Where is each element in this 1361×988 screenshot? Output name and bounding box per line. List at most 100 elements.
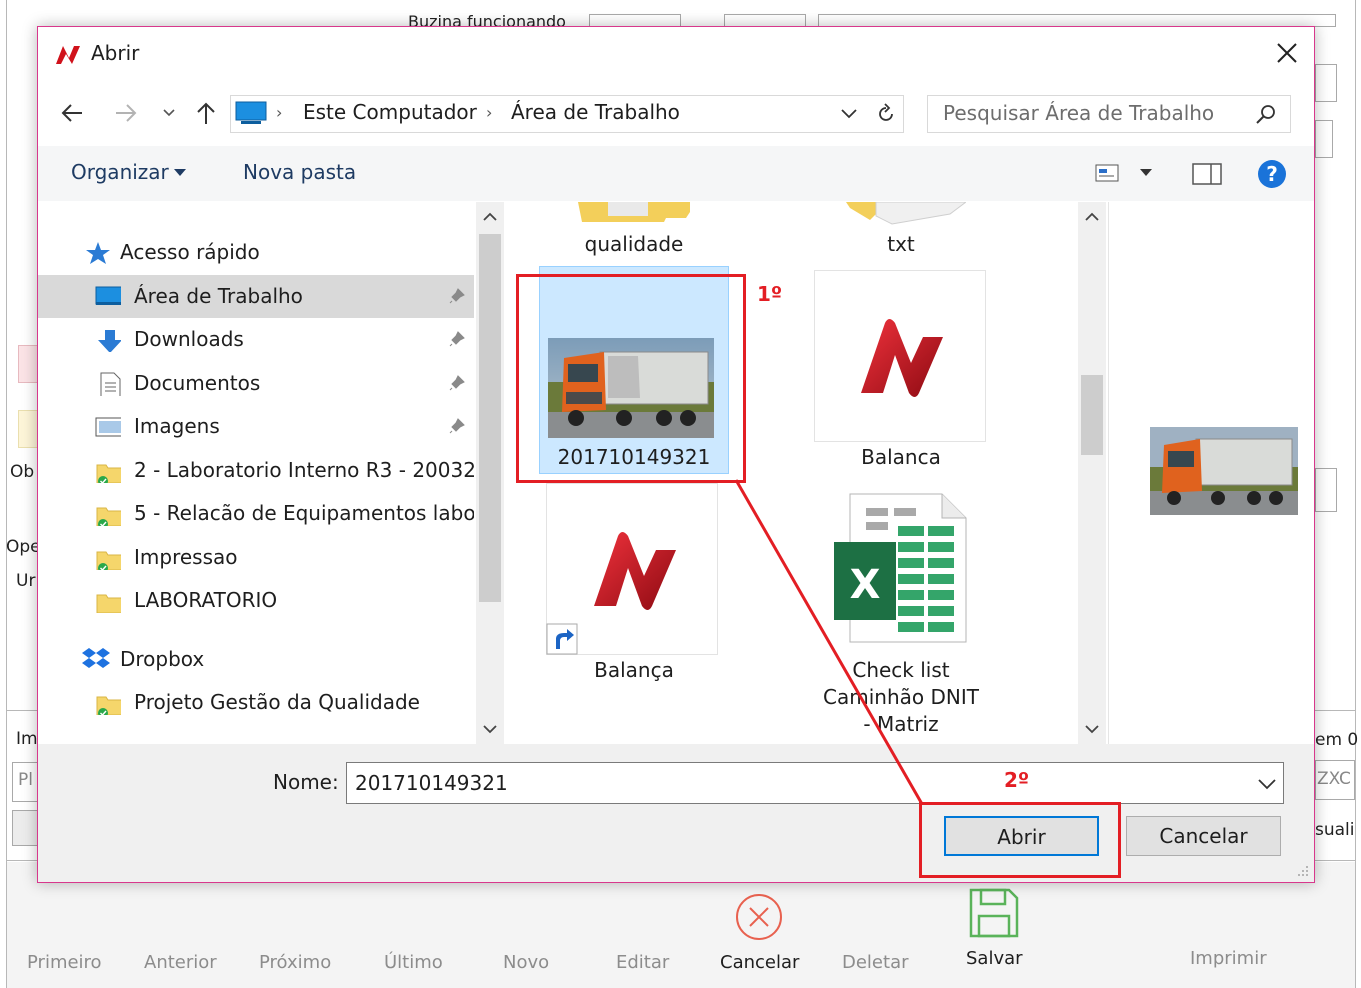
preview-pane-icon[interactable]: [1191, 161, 1223, 187]
help-icon[interactable]: ?: [1256, 158, 1288, 190]
bg-left-swatch-red: [18, 345, 38, 383]
bg-left-swatch-yellow: [18, 410, 38, 448]
nav-item-label: LABORATORIO: [134, 588, 278, 612]
dropbox-label[interactable]: Dropbox: [120, 647, 204, 671]
search-icon[interactable]: [1254, 102, 1278, 126]
nav-item-label: Projeto Gestão da Qualidade: [134, 690, 420, 714]
preview-pane-divider: [1108, 202, 1109, 744]
up-arrow-icon[interactable]: [193, 99, 219, 127]
balanca-app-icon: [861, 319, 943, 397]
toolbar-last-button[interactable]: Último: [384, 952, 443, 973]
cancel-button[interactable]: Cancelar: [1126, 816, 1281, 856]
synced-folder-icon: [96, 696, 121, 715]
toolbar-new-button[interactable]: Novo: [503, 952, 549, 973]
filename-dropdown-icon[interactable]: [1255, 774, 1279, 794]
address-dropdown-icon[interactable]: [838, 104, 860, 124]
recent-dropdown-icon[interactable]: [160, 105, 178, 121]
bg-top-label: Buzina funcionando: [408, 12, 566, 26]
nav-item-pictures[interactable]: Imagens: [38, 405, 474, 448]
documents-icon: [100, 372, 121, 396]
bg-left-button[interactable]: [12, 810, 38, 846]
toolbar-cancel-button[interactable]: Cancelar: [720, 952, 799, 973]
pin-icon[interactable]: [448, 374, 466, 392]
dropbox-icon: [82, 648, 110, 668]
annotation-label-step1: 1º: [757, 282, 783, 306]
computer-icon: [235, 101, 267, 124]
folder-txt-icon[interactable]: [846, 202, 966, 226]
search-placeholder: Pesquisar Área de Trabalho: [943, 101, 1215, 125]
bg-divider-left: [7, 710, 38, 711]
nav-item-projeto-gestao[interactable]: Projeto Gestão da Qualidade: [38, 681, 474, 724]
change-view-icon[interactable]: [1094, 162, 1122, 186]
toolbar-edit-button[interactable]: Editar: [616, 952, 669, 973]
bg-label-ob: Ob: [10, 462, 35, 482]
scroll-down-icon[interactable]: [1083, 722, 1101, 736]
bg-divider-right: [1315, 710, 1355, 711]
organize-menu[interactable]: Organizar: [71, 160, 169, 184]
forward-arrow-icon[interactable]: [112, 100, 140, 126]
nav-item-label: Impressao: [134, 545, 238, 569]
nav-item-label: 2 - Laboratorio Interno R3 - 2003201: [134, 458, 474, 482]
file-label-balanca-shortcut[interactable]: Balança: [539, 658, 729, 682]
app-logo-icon: [56, 46, 80, 64]
breadcrumb-computer[interactable]: Este Computador: [303, 100, 477, 124]
bg-label-ur: Ur: [16, 571, 36, 591]
nav-scrollbar-thumb[interactable]: [479, 234, 501, 602]
resize-grip-icon[interactable]: [1294, 862, 1310, 878]
close-icon[interactable]: [1272, 38, 1302, 68]
synced-folder-icon: [96, 507, 121, 526]
annotation-box-step1: [516, 274, 746, 483]
nav-item-equipamentos[interactable]: 5 - Relacão de Equipamentos labora: [38, 492, 474, 535]
toolbar-previous-button[interactable]: Anterior: [144, 952, 217, 973]
pin-icon[interactable]: [448, 287, 466, 305]
bg-label-ope: Ope: [6, 537, 41, 557]
scroll-up-icon[interactable]: [1083, 210, 1101, 224]
bg-label-pl: Pl: [18, 770, 33, 790]
cancel-circle-icon: [736, 894, 782, 940]
toolbar-print-button[interactable]: Imprimir: [1190, 948, 1267, 969]
bg-right-field-1[interactable]: [1315, 64, 1337, 102]
files-scrollbar-thumb[interactable]: [1081, 375, 1103, 455]
view-caret-icon[interactable]: [1138, 167, 1154, 179]
toolbar-save-button[interactable]: Salvar: [966, 948, 1023, 969]
file-label-balanca[interactable]: Balanca: [806, 445, 996, 469]
nav-item-documents[interactable]: Documentos: [38, 362, 474, 405]
file-label-qualidade[interactable]: qualidade: [539, 232, 729, 256]
toolbar-first-button[interactable]: Primeiro: [27, 952, 102, 973]
scroll-up-icon[interactable]: [481, 210, 499, 224]
new-folder-button[interactable]: Nova pasta: [243, 160, 356, 184]
breadcrumb-separator: ›: [486, 103, 493, 122]
quick-access-label[interactable]: Acesso rápido: [120, 240, 260, 264]
refresh-icon[interactable]: [874, 102, 898, 126]
bg-label-im: Im: [16, 729, 38, 749]
toolbar-delete-button[interactable]: Deletar: [842, 952, 909, 973]
annotation-label-step2: 2º: [1004, 768, 1030, 792]
nav-item-downloads[interactable]: Downloads: [38, 318, 474, 361]
nav-item-impressao[interactable]: Impressao: [38, 536, 474, 579]
floppy-disk-icon: [969, 888, 1019, 938]
folder-qualidade-icon[interactable]: [578, 202, 690, 224]
breadcrumb-desktop[interactable]: Área de Trabalho: [511, 100, 680, 124]
annotation-box-step2: [919, 802, 1121, 878]
files-scrollbar[interactable]: [1078, 202, 1106, 744]
toolbar-next-button[interactable]: Próximo: [259, 952, 331, 973]
nav-item-desktop[interactable]: Área de Trabalho: [38, 275, 474, 318]
pin-icon[interactable]: [448, 330, 466, 348]
organize-caret-icon[interactable]: [172, 167, 188, 179]
filename-label: Nome:: [273, 770, 339, 794]
breadcrumb-separator: ›: [276, 103, 283, 122]
file-label-txt[interactable]: txt: [806, 232, 996, 256]
nav-item-laboratorio[interactable]: LABORATORIO: [38, 579, 474, 622]
nav-item-lab-r3[interactable]: 2 - Laboratorio Interno R3 - 2003201: [38, 449, 474, 492]
downloads-arrow-icon: [98, 330, 121, 352]
pin-icon[interactable]: [448, 417, 466, 435]
scroll-down-icon[interactable]: [481, 722, 499, 736]
nav-item-label: Área de Trabalho: [134, 284, 303, 308]
bg-label-suali: suali: [1315, 820, 1355, 840]
bg-right-field-3[interactable]: [1315, 468, 1337, 512]
nav-item-label: Documentos: [134, 371, 261, 395]
back-arrow-icon[interactable]: [58, 100, 86, 126]
bg-right-field-2[interactable]: [1315, 120, 1333, 158]
pictures-icon: [95, 417, 121, 437]
filename-value[interactable]: 201710149321: [355, 771, 508, 795]
